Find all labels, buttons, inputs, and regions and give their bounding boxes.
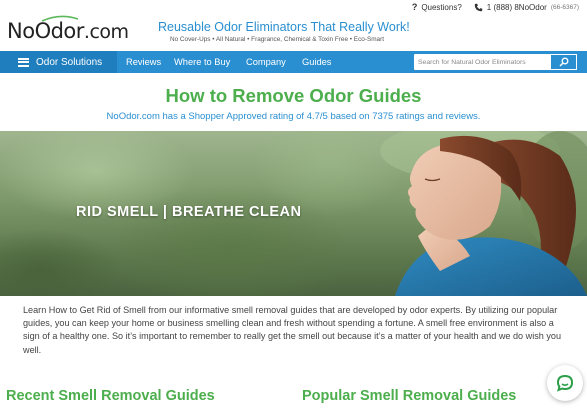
intro-paragraph: Learn How to Get Rid of Smell from our i… — [23, 305, 562, 355]
logo-part-no: No — [7, 19, 35, 43]
subtagline: No Cover-Ups • All Natural • Fragrance, … — [169, 36, 384, 43]
contact-bar: ? Questions? 1 (888) 8NoOdor (66-6367) — [412, 2, 579, 12]
phone-digits: (66-6367) — [550, 3, 579, 11]
recent-guides-heading: Recent Smell Removal Guides — [6, 388, 215, 404]
logo-swoosh-icon — [41, 15, 79, 22]
page-title: How to Remove Odor Guides — [165, 85, 422, 106]
phone-link[interactable]: 1 (888) 8NoOdor — [487, 3, 547, 12]
nav-item-where-to-buy[interactable]: Where to Buy — [174, 51, 230, 73]
popular-guides-heading: Popular Smell Removal Guides — [302, 388, 517, 404]
logo-part-com: .com — [83, 21, 129, 43]
hero-headline: RID SMELL | BREATHE CLEAN — [76, 204, 302, 220]
search-button[interactable] — [550, 54, 577, 70]
search-icon — [558, 57, 568, 67]
question-icon: ? — [411, 2, 418, 12]
tagline: Reusable Odor Eliminators That Really Wo… — [158, 20, 410, 34]
phone-icon — [474, 3, 483, 11]
site-header: NoOdor.com Reusable Odor Eliminators Tha… — [0, 0, 587, 49]
odor-solutions-menu-button[interactable]: Odor Solutions — [0, 51, 117, 73]
odor-solutions-label: Odor Solutions — [36, 56, 103, 68]
chat-icon — [556, 374, 574, 392]
nav-item-company[interactable]: Company — [246, 51, 286, 73]
hero-banner: RID SMELL | BREATHE CLEAN — [0, 131, 587, 296]
questions-link[interactable]: Questions? — [421, 3, 461, 12]
nav-item-reviews[interactable]: Reviews — [126, 51, 161, 73]
chat-button[interactable] — [547, 365, 583, 401]
shopper-approved-rating-link[interactable]: NoOdor.com has a Shopper Approved rating… — [0, 111, 587, 122]
main-nav: Odor Solutions Reviews Where to Buy Comp… — [0, 51, 587, 73]
search-input[interactable] — [414, 54, 550, 70]
hamburger-icon — [18, 57, 29, 67]
search-box — [414, 54, 577, 70]
nav-item-guides[interactable]: Guides — [302, 51, 331, 73]
